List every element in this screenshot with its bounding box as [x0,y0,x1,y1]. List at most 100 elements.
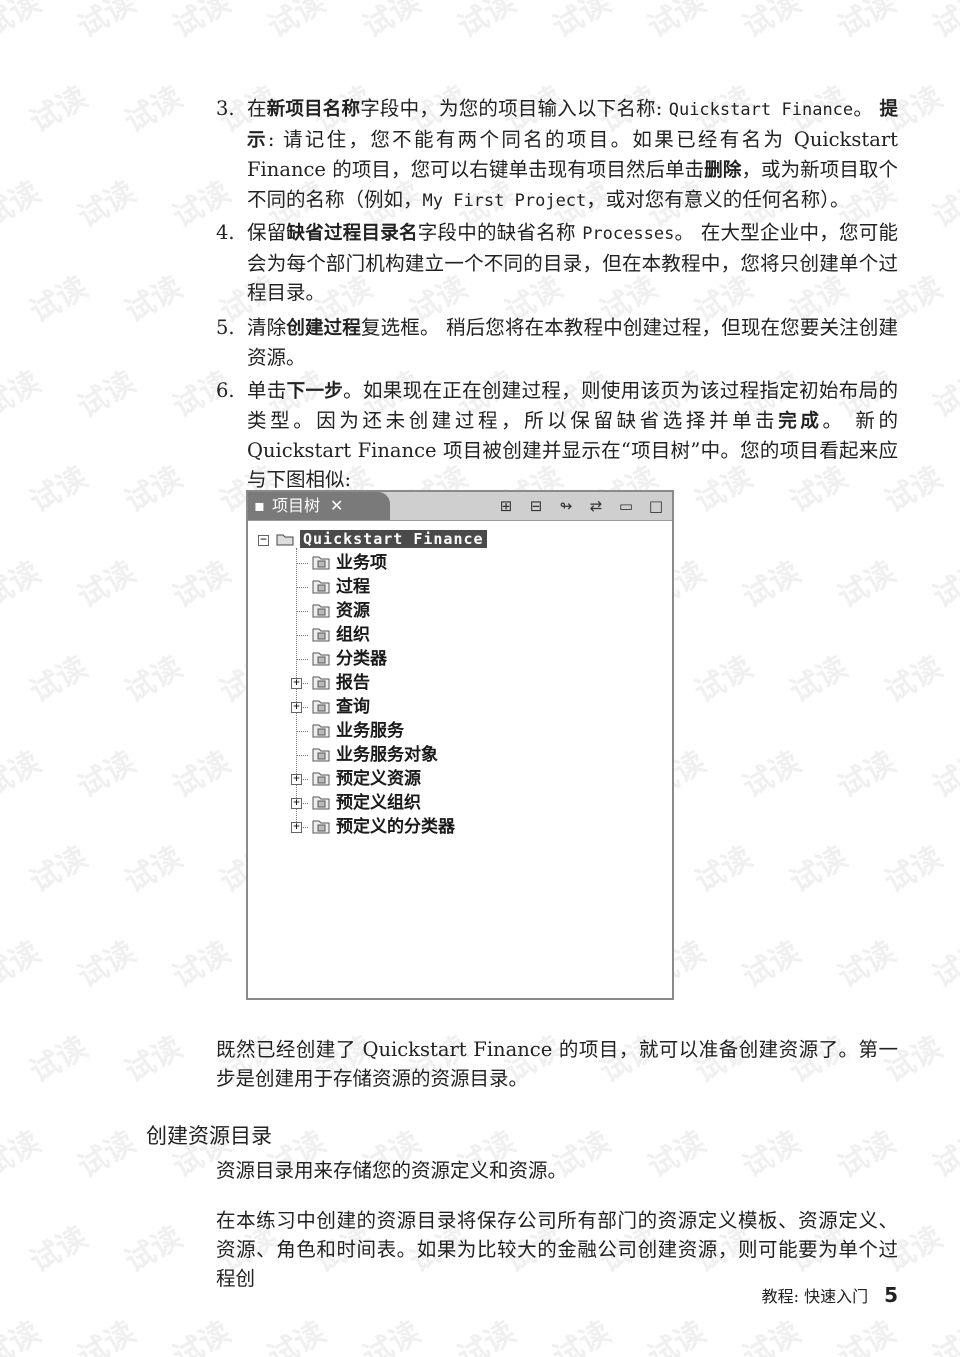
tree-item[interactable]: 预定义组织 [312,792,421,814]
step-number: 3. [216,97,235,120]
tree-item-label: 过程 [336,577,370,597]
section-paragraph-1: 资源目录用来存储您的资源定义和资源。 [216,1159,568,1182]
watermark-text: 试读 [72,364,142,426]
expand-toggle-icon[interactable]: + [291,678,302,689]
footer-text: 教程: 快速入门 [761,1287,869,1306]
watermark-text: 试读 [119,79,189,141]
tree-item[interactable]: 过程 [312,576,370,598]
expand-toggle-icon[interactable]: + [291,774,302,785]
step-text: 保留缺省过程目录名字段中的缺省名称 Processes。 在大型企业中，您可能会… [247,218,898,307]
watermark-text: 试读 [167,744,237,806]
collapse-all-icon[interactable]: ⊟ [526,496,546,516]
tree-item[interactable]: 报告 [312,672,370,694]
watermark-text: 试读 [0,934,47,996]
watermark-text: 试读 [262,0,332,46]
tree-item[interactable]: 资源 [312,600,370,622]
panel-toolbar: ⊞ ⊟ ↬ ⇄ ▭ □ [496,496,666,516]
watermark-text: 试读 [832,744,902,806]
watermark-text: 试读 [642,1314,712,1357]
watermark-text: 试读 [72,744,142,806]
watermark-text: 试读 [119,269,189,331]
watermark-text: 试读 [879,839,949,901]
filter-icon[interactable]: ⇄ [586,496,606,516]
watermark-text: 试读 [927,934,960,996]
watermark-text: 试读 [784,839,854,901]
ui-term: 完成 [778,411,823,432]
tree-item[interactable]: 业务项 [312,552,387,574]
watermark-text: 试读 [737,0,807,46]
watermark-text: 试读 [0,174,47,236]
link-icon[interactable]: ↬ [556,496,576,516]
paragraph-after-figure: 既然已经创建了 Quickstart Finance 的项目，就可以准备创建资源… [216,1038,898,1090]
watermark-text: 试读 [0,554,47,616]
watermark-text: 试读 [119,1219,189,1281]
tree-item-label: 业务服务 [336,721,404,741]
section-paragraph-2: 在本练习中创建的资源目录将保存公司所有部门的资源定义模板、资源定义、资源、角色和… [216,1209,898,1290]
watermark-text: 试读 [119,1029,189,1091]
watermark-text: 试读 [24,79,94,141]
text-run: 保留 [247,221,287,244]
watermark-text: 试读 [0,744,47,806]
watermark-text: 试读 [24,1029,94,1091]
project-folder-icon [276,530,294,546]
watermark-text: 试读 [167,0,237,46]
watermark-text: 试读 [119,649,189,711]
close-icon[interactable]: ✕ [330,496,343,515]
expand-toggle-icon[interactable]: + [291,822,302,833]
watermark-text: 试读 [167,554,237,616]
tree-item[interactable]: 组织 [312,624,370,646]
watermark-text: 试读 [0,0,47,46]
text-run: ，或对您有意义的任何名称）。 [586,188,850,211]
tree-item[interactable]: 预定义的分类器 [312,816,455,838]
tree-item[interactable]: 业务服务对象 [312,744,438,766]
watermark-text: 试读 [72,1124,142,1186]
expand-all-icon[interactable]: ⊞ [496,496,516,516]
tree-connector [296,635,308,636]
step-6: 6. 单击下一步。如果现在正在创建过程，则使用该页为该过程指定初始布局的类型。因… [216,376,898,494]
query-icon [312,698,330,714]
watermark-text: 试读 [547,0,617,46]
text-run: 字段中，为您的项目输入以下名称: [360,97,669,120]
tree-item[interactable]: 预定义资源 [312,768,421,790]
watermark-text: 试读 [547,1314,617,1357]
watermark-text: 试读 [167,1314,237,1357]
tree-connector [296,659,308,660]
predefined-resource-icon [312,770,330,786]
watermark-text: 试读 [832,1314,902,1357]
tree-item[interactable]: 业务服务 [312,720,404,742]
watermark-text: 试读 [119,839,189,901]
watermark-text: 试读 [24,649,94,711]
step-text: 在新项目名称字段中，为您的项目输入以下名称: Quickstart Financ… [247,94,898,216]
minimize-icon[interactable]: ▭ [616,496,636,516]
resource-icon [312,602,330,618]
watermark-text: 试读 [24,1219,94,1281]
ui-term: 创建过程 [286,318,361,339]
tree-item-label: 查询 [336,697,370,717]
watermark-text: 试读 [927,0,960,46]
tab-project-tree[interactable]: ▪ 项目树 ✕ [248,492,390,520]
watermark-text: 试读 [927,174,960,236]
tree-item[interactable]: 查询 [312,696,370,718]
watermark-text: 试读 [689,649,759,711]
watermark-text: 试读 [737,934,807,996]
ui-term: 下一步 [286,381,344,402]
maximize-icon[interactable]: □ [646,496,666,516]
tree-connector [296,563,308,564]
step-text: 单击下一步。如果现在正在创建过程，则使用该页为该过程指定初始布局的类型。因为还未… [247,376,898,494]
watermark-text: 试读 [832,934,902,996]
text-run: 单击 [247,379,287,402]
ui-term: 新项目名称 [266,99,361,120]
project-tree: − Quickstart Finance 业务项过程资源组织分类器 + 报告 + 查询业务服… [256,528,666,988]
expand-toggle-icon[interactable]: + [291,702,302,713]
watermark-text: 试读 [0,364,47,426]
tree-item-label: 资源 [336,601,370,621]
expand-toggle-icon[interactable]: + [291,798,302,809]
step-text: 清除创建过程复选框。 稍后您将在本教程中创建过程，但现在您要关注创建资源。 [247,313,898,372]
tree-item[interactable]: 分类器 [312,648,387,670]
text-run: 清除 [247,316,287,339]
watermark-text: 试读 [737,744,807,806]
tree-item-label: 组织 [336,625,370,645]
watermark-text: 试读 [737,1314,807,1357]
tree-root[interactable]: Quickstart Finance [276,528,487,550]
collapse-toggle-icon[interactable]: − [258,535,269,546]
